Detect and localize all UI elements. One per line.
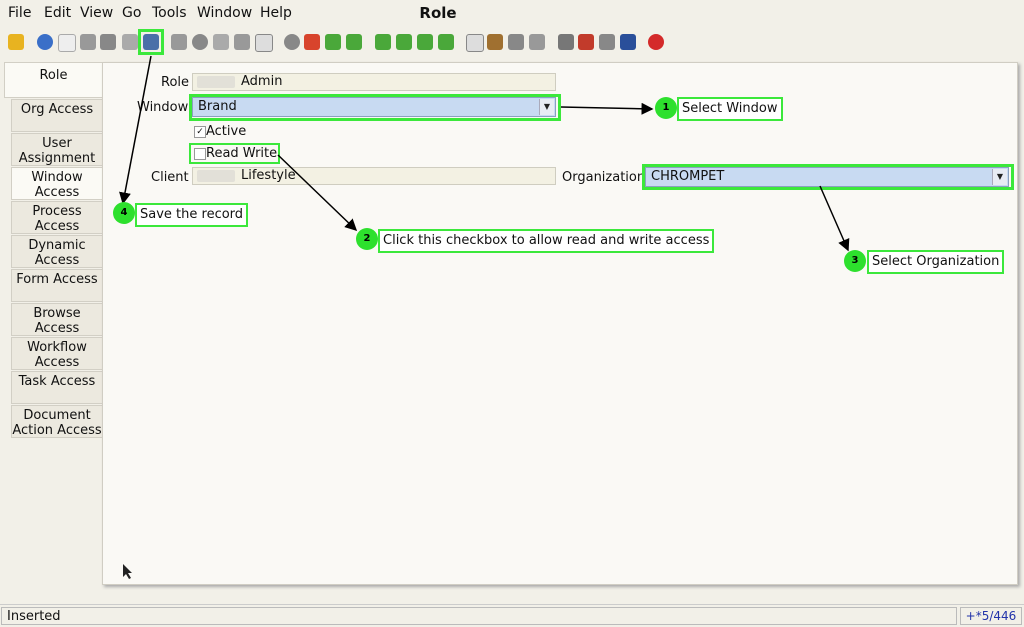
arrow-4 [119, 55, 152, 205]
mouse-cursor-icon [123, 564, 132, 579]
arrow-2 [277, 154, 358, 232]
callout-save-record: Save the record [135, 203, 249, 227]
arrow-3 [819, 185, 850, 252]
annotation-arrows [119, 55, 850, 252]
callout-select-window: Select Window [677, 97, 783, 121]
callout-badge-2: 2 [356, 228, 378, 250]
callout-badge-1: 1 [655, 97, 677, 119]
record-navigation-info[interactable]: +*5/446 [960, 607, 1022, 625]
status-text: Inserted [1, 607, 957, 625]
callout-badge-3: 3 [844, 250, 866, 272]
status-bar: Inserted +*5/446 [0, 604, 1024, 627]
callout-read-write: Click this checkbox to allow read and wr… [378, 229, 715, 253]
callout-badge-4: 4 [113, 202, 135, 224]
arrow-1 [560, 102, 654, 115]
callout-select-organization: Select Organization [867, 250, 1005, 274]
